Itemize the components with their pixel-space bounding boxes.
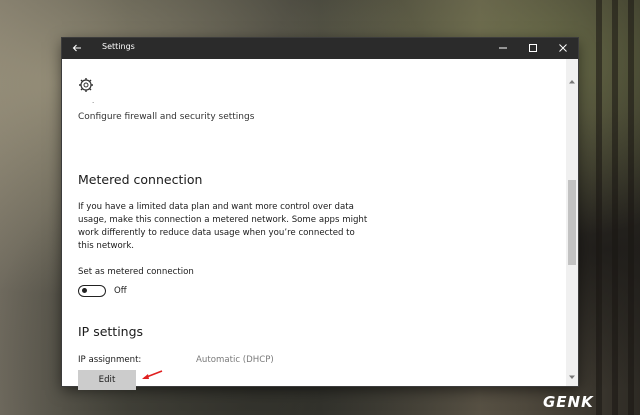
- metered-toggle-switch[interactable]: [78, 285, 106, 297]
- toggle-knob: [82, 288, 87, 293]
- minimize-button[interactable]: [488, 38, 518, 59]
- title-bar[interactable]: Settings: [62, 38, 578, 59]
- scroll-down-icon[interactable]: [569, 375, 575, 380]
- ip-settings-heading: IP settings: [78, 324, 144, 339]
- ip-assignment-value: Automatic (DHCP): [196, 355, 274, 365]
- gear-icon: [79, 78, 93, 92]
- window-title: Settings: [102, 42, 135, 51]
- edit-button[interactable]: Edit: [78, 370, 136, 390]
- metered-description: If you have a limited data plan and want…: [78, 202, 368, 251]
- fence-slat: [596, 0, 602, 415]
- maximize-icon: [529, 44, 537, 52]
- back-arrow-icon: [72, 44, 81, 52]
- settings-content: · Configure firewall and security settin…: [62, 59, 566, 390]
- scroll-thumb[interactable]: [568, 180, 576, 265]
- vertical-scrollbar[interactable]: [566, 59, 578, 386]
- maximize-button[interactable]: [518, 38, 548, 59]
- metered-connection-heading: Metered connection: [78, 172, 203, 187]
- genk-watermark-logo: GENK: [543, 393, 594, 411]
- minimize-icon: [499, 47, 507, 49]
- close-button[interactable]: [548, 38, 578, 59]
- toggle-state-text: Off: [114, 286, 127, 296]
- firewall-settings-link[interactable]: Configure firewall and security settings: [78, 112, 254, 122]
- back-button[interactable]: [62, 38, 92, 59]
- close-icon: [559, 44, 567, 52]
- metered-toggle-label: Set as metered connection: [78, 267, 194, 277]
- fence-slat: [628, 0, 634, 415]
- scroll-up-icon[interactable]: [569, 79, 575, 84]
- settings-window: Settings · Configure firewall and securi…: [62, 38, 578, 390]
- separator-dot: ·: [92, 99, 95, 107]
- red-arrow-annotation: [142, 370, 163, 379]
- fence-slat: [612, 0, 618, 415]
- ip-assignment-label: IP assignment:: [78, 355, 142, 365]
